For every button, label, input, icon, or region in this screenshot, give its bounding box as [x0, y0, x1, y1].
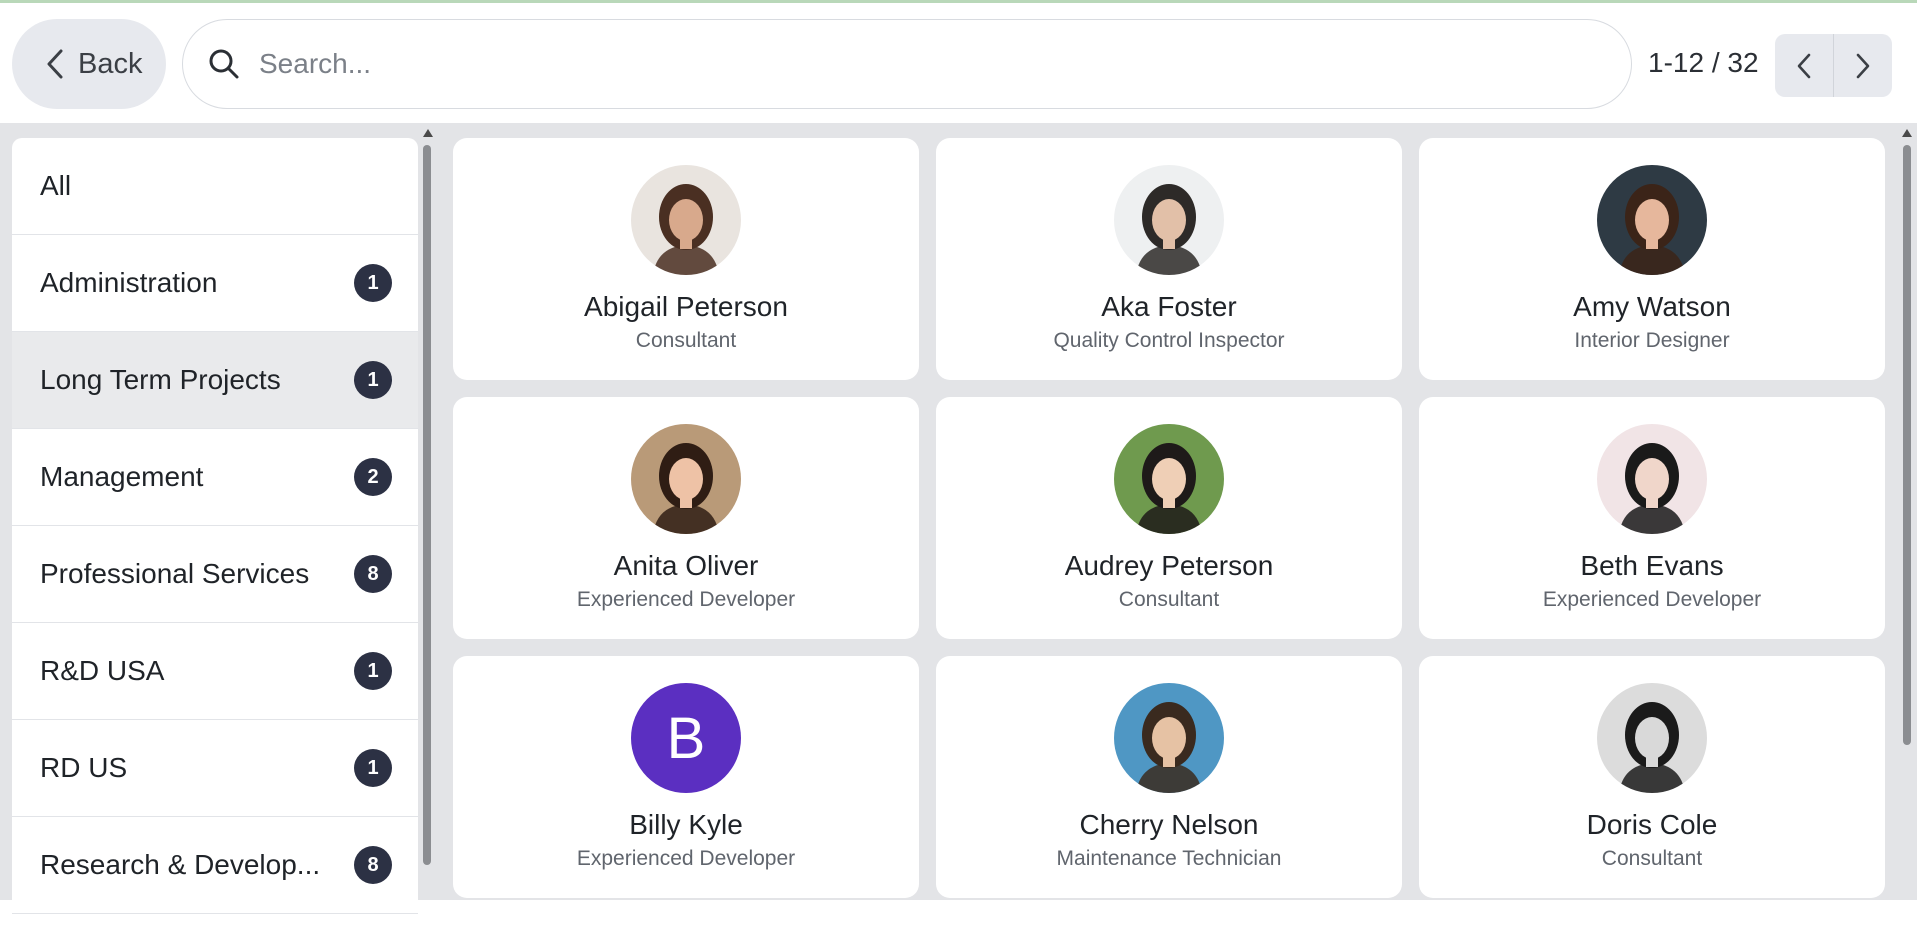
- employee-card[interactable]: Aka Foster Quality Control Inspector: [936, 138, 1402, 380]
- employee-role: Interior Designer: [1574, 329, 1730, 352]
- pager-controls: [1775, 34, 1892, 97]
- employee-role: Quality Control Inspector: [1053, 329, 1285, 352]
- department-list: All Administration 1 Long Term Projects 1 Man…: [12, 138, 418, 928]
- employee-card[interactable]: Cherry Nelson Maintenance Technician: [936, 656, 1402, 898]
- sidebar-item[interactable]: Professional Services 8: [12, 526, 418, 623]
- next-page-button[interactable]: [1833, 34, 1892, 97]
- sidebar-scrollbar[interactable]: [420, 123, 434, 900]
- employee-role: Maintenance Technician: [1056, 847, 1282, 870]
- employee-card[interactable]: Audrey Peterson Consultant: [936, 397, 1402, 639]
- employee-card[interactable]: Amy Watson Interior Designer: [1419, 138, 1885, 380]
- person-photo-icon: [1114, 424, 1224, 534]
- count-badge: 1: [354, 264, 392, 302]
- employee-card[interactable]: B Billy Kyle Experienced Developer: [453, 656, 919, 898]
- sidebar-item-label: Research & Develop...: [40, 849, 321, 880]
- employee-name: Anita Oliver: [613, 550, 759, 581]
- employee-role: Experienced Developer: [1542, 588, 1762, 611]
- sidebar-item[interactable]: Research & Develop... 8: [12, 817, 418, 914]
- employee-role: Consultant: [635, 329, 737, 352]
- sidebar-panel: All Administration 1 Long Term Projects 1 Man…: [0, 123, 437, 928]
- person-photo-icon: [1114, 683, 1224, 793]
- person-photo-icon: [1597, 165, 1707, 275]
- sidebar-item-label: Management: [40, 461, 204, 492]
- avatar: [1114, 424, 1224, 534]
- sidebar-item-label: All: [40, 170, 72, 201]
- employee-role: Experienced Developer: [576, 588, 796, 611]
- count-badge: 8: [354, 555, 392, 593]
- avatar: [1114, 165, 1224, 275]
- sidebar-item[interactable]: RD US 1: [12, 720, 418, 817]
- scroll-up-arrow-icon[interactable]: [423, 129, 433, 137]
- avatar: [1597, 424, 1707, 534]
- employee-grid-panel: Abigail Peterson Consultant Aka Foster Qual…: [437, 123, 1917, 900]
- chevron-right-icon: [1856, 53, 1870, 78]
- employee-name: Doris Cole: [1586, 809, 1718, 840]
- employee-role: Consultant: [1601, 847, 1703, 870]
- person-photo-icon: [1114, 165, 1224, 275]
- employee-card[interactable]: Beth Evans Experienced Developer: [1419, 397, 1885, 639]
- count-badge: 8: [354, 846, 392, 884]
- employee-name: Billy Kyle: [629, 809, 743, 840]
- chevron-left-icon: [1797, 53, 1811, 78]
- employee-role: Experienced Developer: [576, 847, 796, 870]
- employee-card[interactable]: Doris Cole Consultant: [1419, 656, 1885, 898]
- search-box[interactable]: [182, 19, 1632, 109]
- sidebar-item[interactable]: Management 2: [12, 429, 418, 526]
- employee-name: Audrey Peterson: [1064, 550, 1274, 581]
- avatar: [631, 424, 741, 534]
- back-button-label: Back: [78, 47, 143, 80]
- count-badge: 1: [354, 749, 392, 787]
- previous-page-button[interactable]: [1775, 34, 1833, 97]
- sidebar-item[interactable]: Administration 1: [12, 235, 418, 332]
- pager-range: 1-12 / 32: [1648, 47, 1759, 78]
- employee-grid: Abigail Peterson Consultant Aka Foster Qual…: [453, 138, 1885, 898]
- sidebar-item[interactable]: Long Term Projects 1: [12, 332, 418, 429]
- person-photo-icon: [1597, 683, 1707, 793]
- main-scrollbar[interactable]: [1899, 123, 1915, 900]
- search-input[interactable]: [259, 34, 1631, 94]
- employee-name: Abigail Peterson: [584, 291, 788, 322]
- person-photo-icon: [631, 424, 741, 534]
- sidebar-item-label: Administration: [40, 267, 218, 298]
- back-button[interactable]: Back: [12, 19, 166, 109]
- avatar: [1597, 165, 1707, 275]
- employee-name: Beth Evans: [1580, 550, 1724, 581]
- avatar: [631, 165, 741, 275]
- search-icon: [209, 49, 239, 79]
- employee-name: Cherry Nelson: [1079, 809, 1259, 840]
- employee-card[interactable]: Abigail Peterson Consultant: [453, 138, 919, 380]
- sidebar-item[interactable]: R&D USA 1: [12, 623, 418, 720]
- avatar: [1597, 683, 1707, 793]
- avatar: B: [631, 683, 741, 793]
- sidebar-scrollbar-thumb[interactable]: [423, 145, 431, 865]
- sidebar-item[interactable]: All: [12, 138, 418, 235]
- sidebar-item-label: Professional Services: [40, 558, 310, 589]
- sidebar-item-label: R&D USA: [40, 655, 165, 686]
- count-badge: 1: [354, 652, 392, 690]
- employee-role: Consultant: [1118, 588, 1220, 611]
- avatar: [1114, 683, 1224, 793]
- sidebar-item-label: RD US: [40, 752, 128, 783]
- employee-name: Amy Watson: [1573, 291, 1731, 322]
- scroll-up-arrow-icon[interactable]: [1902, 129, 1912, 137]
- person-photo-icon: [1597, 424, 1707, 534]
- count-badge: 1: [354, 361, 392, 399]
- main-scrollbar-thumb[interactable]: [1903, 145, 1911, 745]
- chevron-left-icon: [47, 49, 63, 79]
- employee-card[interactable]: Anita Oliver Experienced Developer: [453, 397, 919, 639]
- sidebar-item-label: Long Term Projects: [40, 364, 281, 395]
- person-photo-icon: [631, 165, 741, 275]
- count-badge: 2: [354, 458, 392, 496]
- employee-name: Aka Foster: [1101, 291, 1237, 322]
- header-bar: Back 1-12 / 32: [0, 3, 1917, 123]
